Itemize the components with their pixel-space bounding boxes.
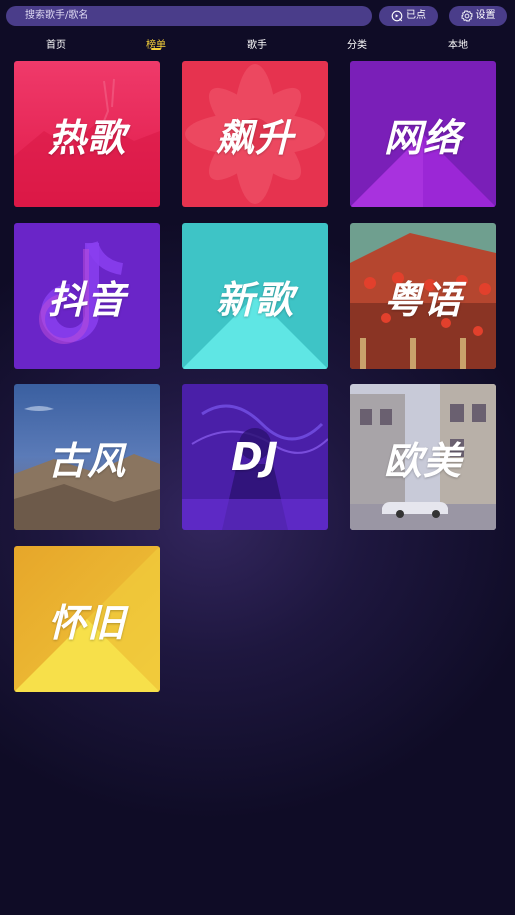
chart-card-douyin[interactable]: 抖音 [14,223,160,369]
search-input[interactable]: 搜索歌手/歌名 [6,6,372,26]
card-label: 新歌 [215,277,294,322]
played-icon [391,10,403,22]
settings-label: 设置 [475,10,496,21]
tab-bar: 首页 榜单 歌手 分类 本地 [0,32,515,54]
played-songs-label: 已点 [406,10,426,21]
chart-card-hot[interactable]: 热歌 [14,61,160,207]
gear-icon [460,10,473,22]
tab-local[interactable]: 本地 [428,36,488,51]
card-label: 热歌 [47,115,126,160]
card-label: 古风 [47,438,126,483]
chart-card-dj[interactable]: DJ [182,384,328,530]
chart-card-new[interactable]: 新歌 [182,223,328,369]
chart-card-western[interactable]: 欧美 [350,384,496,530]
card-label: 抖音 [47,277,126,322]
card-label: 网络 [383,115,462,160]
card-label: 欧美 [383,438,462,483]
card-label: 飙升 [215,115,294,160]
chart-card-cantonese[interactable]: 粤语 [350,223,496,369]
chart-card-rising[interactable]: 飙升 [182,61,328,207]
card-label: DJ [231,435,279,479]
tab-home[interactable]: 首页 [26,36,86,51]
card-label: 粤语 [383,277,462,322]
top-bar: 搜索歌手/歌名 已点 设置 [0,0,515,32]
chart-card-ancient-style[interactable]: 古风 [14,384,160,530]
played-songs-button[interactable]: 已点 [379,6,438,26]
chart-card-nostalgia[interactable]: 怀旧 [14,546,160,692]
card-label: 怀旧 [47,600,126,645]
settings-button[interactable]: 设置 [449,6,507,26]
active-tab-indicator [151,48,161,50]
tab-categories[interactable]: 分类 [327,36,387,51]
tab-singers[interactable]: 歌手 [227,36,287,51]
chart-card-network[interactable]: 网络 [350,61,496,207]
